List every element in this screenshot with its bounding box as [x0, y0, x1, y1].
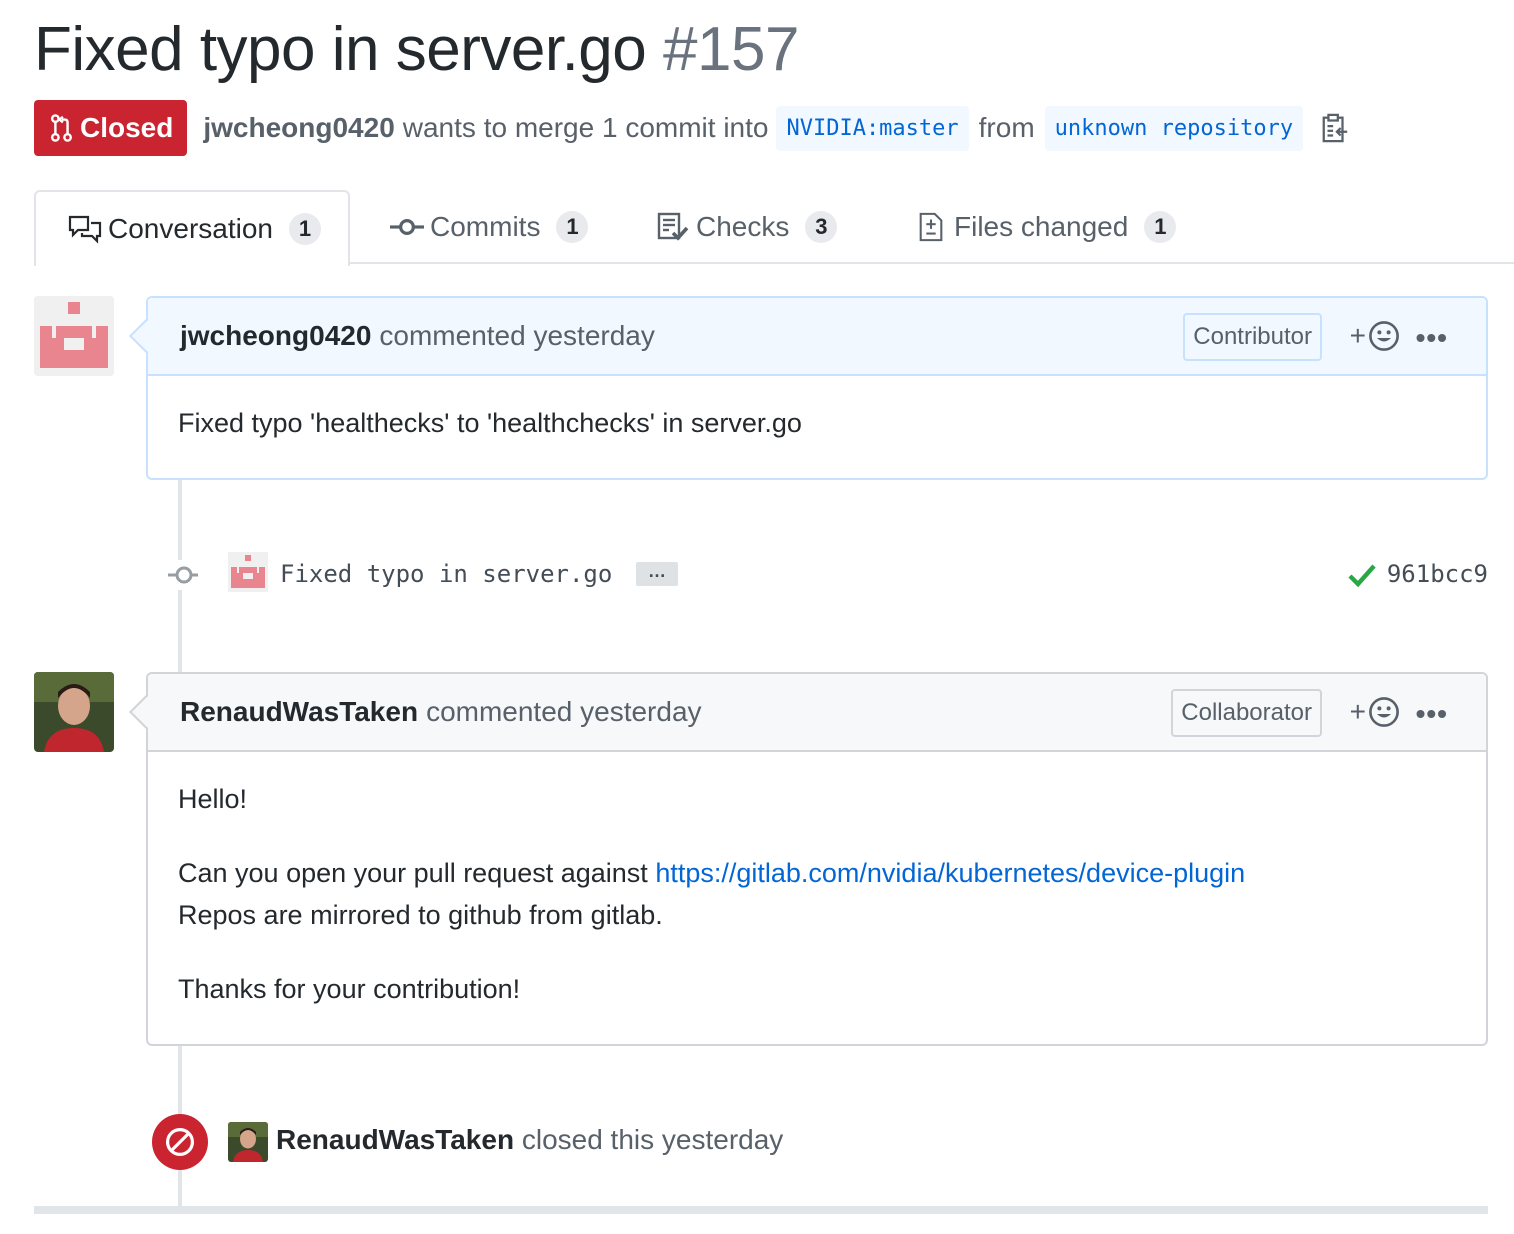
checklist-icon: [657, 212, 689, 241]
comment-text: Repos are mirrored to github from gitlab…: [178, 900, 663, 930]
commit-message-link[interactable]: Fixed typo in server.go: [280, 560, 612, 588]
circle-slash-icon: [166, 1128, 194, 1156]
event-description: closed this yesterday: [521, 1124, 784, 1155]
tab-conversation[interactable]: Conversation 1: [34, 190, 350, 266]
tab-counter: 1: [556, 211, 589, 243]
user-photo-avatar: [228, 1122, 268, 1162]
avatar[interactable]: [34, 296, 114, 376]
tab-counter: 3: [805, 211, 838, 243]
comment-body: Fixed typo 'healthecks' to 'healthchecks…: [148, 376, 1486, 474]
comment-thanks: Thanks for your contribution!: [178, 974, 521, 1004]
comment-author[interactable]: RenaudWasTaken: [180, 696, 418, 728]
comment-text: Can you open your pull request against: [178, 858, 656, 888]
expand-commit-button[interactable]: …: [636, 562, 678, 586]
avatar[interactable]: [34, 672, 114, 752]
tab-counter: 1: [288, 213, 321, 245]
from-text: from: [978, 112, 1035, 143]
commit-row: Fixed typo in server.go … 961bcc9: [160, 550, 1488, 600]
closed-event-text: RenaudWasTaken closed this yesterday: [276, 1124, 783, 1156]
gitlab-link[interactable]: https://gitlab.com/nvidia/kubernetes/dev…: [655, 858, 1245, 888]
comment-header: RenaudWasTaken commented yesterday Colla…: [129, 674, 1486, 752]
commit-sha-link[interactable]: 961bcc9: [1387, 560, 1488, 588]
more-options-button[interactable]: •••: [1416, 698, 1448, 730]
conversation-icon: [68, 215, 102, 244]
file-diff-icon: [919, 212, 943, 242]
add-reaction-button[interactable]: +: [1350, 320, 1400, 352]
tab-files-changed[interactable]: Files changed 1: [914, 190, 1177, 264]
pr-meta: Closed jwcheong0420 wants to merge 1 com…: [34, 100, 1349, 156]
comment-author[interactable]: jwcheong0420: [180, 320, 371, 352]
comment-arrow: [129, 695, 163, 729]
clipboard-icon[interactable]: [1321, 113, 1349, 143]
pr-title: Fixed typo in server.go #157: [34, 14, 799, 85]
tab-label: Conversation: [108, 213, 273, 244]
state-badge: Closed: [34, 100, 188, 156]
pr-tabs: Conversation 1 Commits 1 Checks 3 Files …: [34, 190, 1514, 266]
comment: RenaudWasTaken commented yesterday Colla…: [129, 672, 1488, 1046]
avatar[interactable]: [228, 1122, 268, 1162]
comment-timestamp[interactable]: commented yesterday: [379, 320, 654, 352]
head-branch[interactable]: unknown repository: [1044, 105, 1304, 151]
base-branch[interactable]: NVIDIA:master: [776, 105, 969, 151]
timeline-end-divider: [34, 1206, 1488, 1214]
comment-greeting: Hello!: [178, 784, 248, 814]
tab-counter: 1: [1144, 211, 1177, 243]
merge-text: wants to merge 1 commit into: [402, 112, 769, 143]
author-association-badge: Contributor: [1183, 313, 1322, 361]
event-actor[interactable]: RenaudWasTaken: [276, 1124, 514, 1155]
tab-label: Files changed: [954, 211, 1129, 242]
pr-title-text: Fixed typo in server.go: [34, 15, 647, 84]
author-association-badge: Collaborator: [1171, 689, 1322, 737]
tab-label: Checks: [696, 211, 790, 242]
comment-timestamp[interactable]: commented yesterday: [426, 696, 701, 728]
comment-arrow: [129, 319, 163, 353]
pull-request-closed-icon: [50, 114, 72, 142]
avatar[interactable]: [228, 552, 268, 592]
smiley-icon: [1369, 697, 1399, 727]
plus-label: +: [1349, 696, 1366, 727]
commit-icon: [390, 219, 424, 235]
tab-label: Commits: [430, 211, 541, 242]
closed-event-badge: [152, 1114, 208, 1170]
comment-header: jwcheong0420 commented yesterday Contrib…: [129, 298, 1486, 376]
pr-number: #157: [663, 15, 799, 84]
pr-author-link[interactable]: jwcheong0420: [203, 112, 394, 144]
plus-label: +: [1349, 320, 1366, 351]
add-reaction-button[interactable]: +: [1350, 696, 1400, 728]
merge-description: jwcheong0420 wants to merge 1 commit int…: [203, 105, 1349, 151]
identicon-avatar: [34, 296, 114, 376]
tab-checks[interactable]: Checks 3: [656, 190, 838, 264]
state-label: Closed: [80, 112, 174, 143]
more-options-button[interactable]: •••: [1416, 322, 1448, 354]
comment: jwcheong0420 commented yesterday Contrib…: [129, 296, 1488, 480]
tab-commits[interactable]: Commits 1: [390, 190, 589, 264]
commit-icon: [168, 560, 198, 590]
comment-text: Fixed typo 'healthecks' to 'healthchecks…: [178, 408, 802, 438]
user-photo-avatar: [34, 672, 114, 752]
comment-paragraph: Can you open your pull request against h…: [178, 852, 1456, 936]
comment-body: Hello! Can you open your pull request ag…: [148, 752, 1486, 1040]
smiley-icon: [1369, 321, 1399, 351]
check-icon[interactable]: [1348, 562, 1376, 588]
